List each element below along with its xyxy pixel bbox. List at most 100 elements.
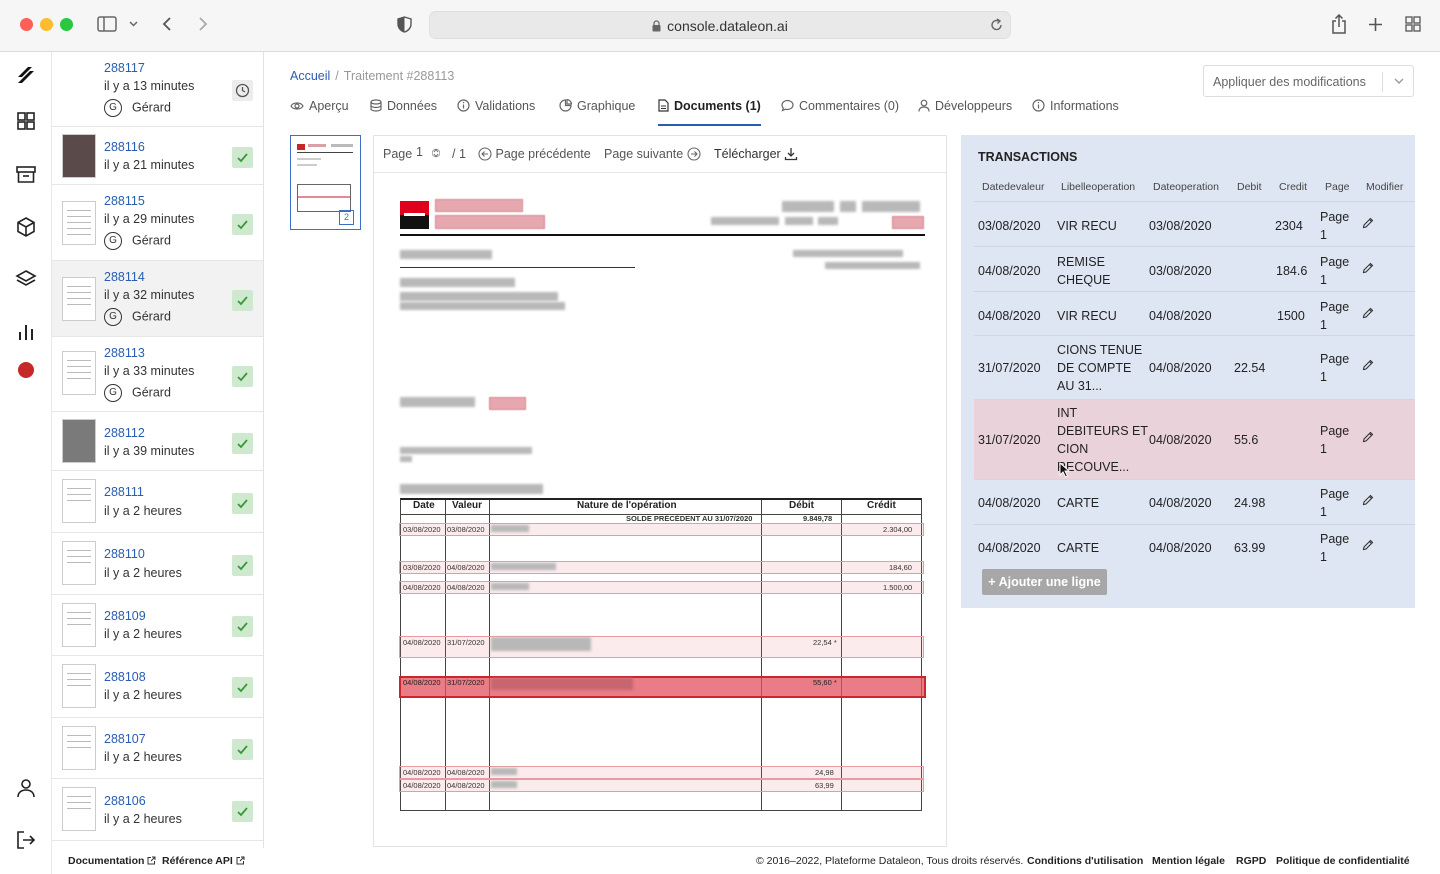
queue-item-id[interactable]: 288108 xyxy=(104,670,146,684)
bar-chart-icon[interactable] xyxy=(15,321,37,343)
logout-icon[interactable] xyxy=(15,829,37,851)
queue-item[interactable]: 288112 il y a 39 minutes xyxy=(52,412,263,471)
pencil-icon[interactable] xyxy=(1362,307,1374,319)
pencil-icon[interactable] xyxy=(1362,431,1374,443)
queue-item[interactable]: 288115 il y a 29 minutes G Gérard xyxy=(52,185,263,261)
address-bar[interactable]: console.dataleon.ai xyxy=(429,11,1011,39)
download-button[interactable]: Télécharger xyxy=(714,147,798,161)
next-page-label: Page suivante xyxy=(604,147,684,161)
queue-item-time: il y a 33 minutes xyxy=(104,364,195,378)
terms-link[interactable]: Conditions d'utilisation xyxy=(1027,855,1143,867)
cell-page: Page 1 xyxy=(1320,532,1350,564)
cube-icon[interactable] xyxy=(15,216,37,238)
column-header: Datedevaleur xyxy=(982,181,1045,193)
tab-apercu[interactable]: Aperçu xyxy=(290,99,349,126)
tab-label: Graphique xyxy=(577,99,636,113)
queue-item[interactable]: 288106 il y a 2 heures xyxy=(52,779,263,841)
previous-page-button[interactable]: Page précédente xyxy=(478,147,591,161)
tab-validations[interactable]: Validations xyxy=(457,99,535,126)
column-header: Dateoperation xyxy=(1153,181,1219,193)
record-dot-icon[interactable] xyxy=(15,359,37,381)
transaction-row[interactable]: 04/08/2020 CARTE 04/08/2020 63.99 Page 1 xyxy=(974,524,1415,564)
next-page-button[interactable]: Page suivante xyxy=(604,147,701,161)
cell-credit: 1500 xyxy=(1277,309,1305,323)
zoom-window-button[interactable] xyxy=(60,18,73,31)
reload-icon[interactable] xyxy=(990,18,1003,32)
transaction-row-highlighted[interactable]: 31/07/2020 INT DEBITEURS ET CION RECOUVE...… xyxy=(974,399,1415,479)
cell-debit: 63.99 xyxy=(1234,541,1266,555)
browser-toolbar: console.dataleon.ai xyxy=(0,0,1440,52)
queue-item-id[interactable]: 288117 xyxy=(104,61,145,75)
tab-documents[interactable]: Documents (1) xyxy=(658,99,761,126)
share-icon[interactable] xyxy=(1331,14,1347,34)
queue-item[interactable]: 288113 il y a 33 minutes G Gérard xyxy=(52,337,263,412)
chevron-down-icon[interactable] xyxy=(129,21,138,27)
rgpd-link[interactable]: RGPD xyxy=(1236,855,1266,867)
apply-changes-dropdown[interactable]: Appliquer des modifications xyxy=(1203,65,1414,97)
pencil-icon[interactable] xyxy=(1362,539,1374,551)
layers-icon[interactable] xyxy=(15,268,37,290)
line-valeur: 03/08/2020 xyxy=(447,525,485,534)
add-line-button[interactable]: + Ajouter une ligne xyxy=(982,569,1107,595)
cell-datedevaleur: 03/08/2020 xyxy=(978,219,1041,233)
stepper-icon[interactable] xyxy=(432,145,440,161)
queue-item[interactable]: 288109 il y a 2 heures xyxy=(52,595,263,656)
transaction-row[interactable]: 03/08/2020 VIR RECU 03/08/2020 2304 Page… xyxy=(974,201,1415,246)
tab-graphique[interactable]: Graphique xyxy=(559,99,635,126)
page-number-input[interactable]: 1 xyxy=(416,145,446,163)
tab-commentaires[interactable]: Commentaires (0) xyxy=(781,99,899,126)
close-window-button[interactable] xyxy=(20,18,33,31)
sidebar-toggle-icon[interactable] xyxy=(97,16,117,32)
legal-notice-link[interactable]: Mention légale xyxy=(1152,855,1225,867)
pencil-icon[interactable] xyxy=(1362,262,1374,274)
cell-credit: 2304 xyxy=(1275,219,1303,233)
queue-item-id[interactable]: 288115 xyxy=(104,194,145,208)
queue-item-id[interactable]: 288110 xyxy=(104,547,145,561)
transaction-row[interactable]: 31/07/2020 CIONS TENUE DE COMPTE AU 31... … xyxy=(974,335,1415,399)
chevron-down-icon[interactable] xyxy=(1394,78,1404,85)
api-reference-link[interactable]: Référence API xyxy=(162,855,245,867)
cell-page: Page 1 xyxy=(1320,487,1350,519)
queue-item-selected[interactable]: 288114 il y a 32 minutes G Gérard xyxy=(52,261,263,337)
queue-item[interactable]: 288116 il y a 21 minutes xyxy=(52,127,263,185)
pencil-icon[interactable] xyxy=(1362,494,1374,506)
queue-item-id[interactable]: 288106 xyxy=(104,794,146,808)
tab-overview-icon[interactable] xyxy=(1405,16,1421,32)
queue-item[interactable]: 288108 il y a 2 heures xyxy=(52,656,263,718)
transaction-row[interactable]: 04/08/2020 CARTE 04/08/2020 24.98 Page 1 xyxy=(974,479,1415,524)
pencil-icon[interactable] xyxy=(1362,359,1374,371)
transaction-row[interactable]: 04/08/2020 REMISE CHEQUE 03/08/2020 184.6… xyxy=(974,246,1415,291)
transaction-row[interactable]: 04/08/2020 VIR RECU 04/08/2020 1500 Page… xyxy=(974,291,1415,335)
queue-item-id[interactable]: 288116 xyxy=(104,140,145,154)
queue-item-id[interactable]: 288114 xyxy=(104,270,145,284)
new-tab-icon[interactable] xyxy=(1368,17,1383,32)
user-icon[interactable] xyxy=(15,777,37,799)
queue-item[interactable]: 288110 il y a 2 heures xyxy=(52,533,263,595)
statement-header-nature: Nature de l'opération xyxy=(577,500,677,511)
tab-informations[interactable]: Informations xyxy=(1032,99,1119,126)
queue-item-id[interactable]: 288109 xyxy=(104,609,146,623)
cell-dateoperation: 04/08/2020 xyxy=(1149,541,1212,555)
back-arrow-icon[interactable] xyxy=(162,16,172,32)
minimize-window-button[interactable] xyxy=(40,18,53,31)
dataleon-logo-icon[interactable] xyxy=(15,64,37,86)
breadcrumb-home-link[interactable]: Accueil xyxy=(290,69,330,83)
tab-developpeurs[interactable]: Développeurs xyxy=(918,99,1012,126)
queue-item[interactable]: 288111 il y a 2 heures xyxy=(52,471,263,533)
documentation-link[interactable]: Documentation xyxy=(68,855,156,867)
queue-item-id[interactable]: 288113 xyxy=(104,346,145,360)
privacy-policy-link[interactable]: Politique de confidentialité xyxy=(1276,855,1410,867)
queue-item[interactable]: 288117 il y a 13 minutes G Gérard xyxy=(52,52,263,127)
shield-icon[interactable] xyxy=(397,16,412,33)
pencil-icon[interactable] xyxy=(1362,217,1374,229)
queue-item-id[interactable]: 288107 xyxy=(104,732,146,746)
tab-donnees[interactable]: Données xyxy=(370,99,437,126)
dashboard-grid-icon[interactable] xyxy=(15,110,37,132)
forward-arrow-icon[interactable] xyxy=(198,16,208,32)
line-date: 04/08/2020 xyxy=(403,781,441,790)
queue-item[interactable]: 288107 il y a 2 heures xyxy=(52,718,263,779)
queue-item-id[interactable]: 288112 xyxy=(104,426,145,440)
archive-icon[interactable] xyxy=(15,163,37,185)
queue-item-id[interactable]: 288111 xyxy=(104,485,144,499)
page-thumbnail[interactable]: 2 xyxy=(290,135,361,230)
